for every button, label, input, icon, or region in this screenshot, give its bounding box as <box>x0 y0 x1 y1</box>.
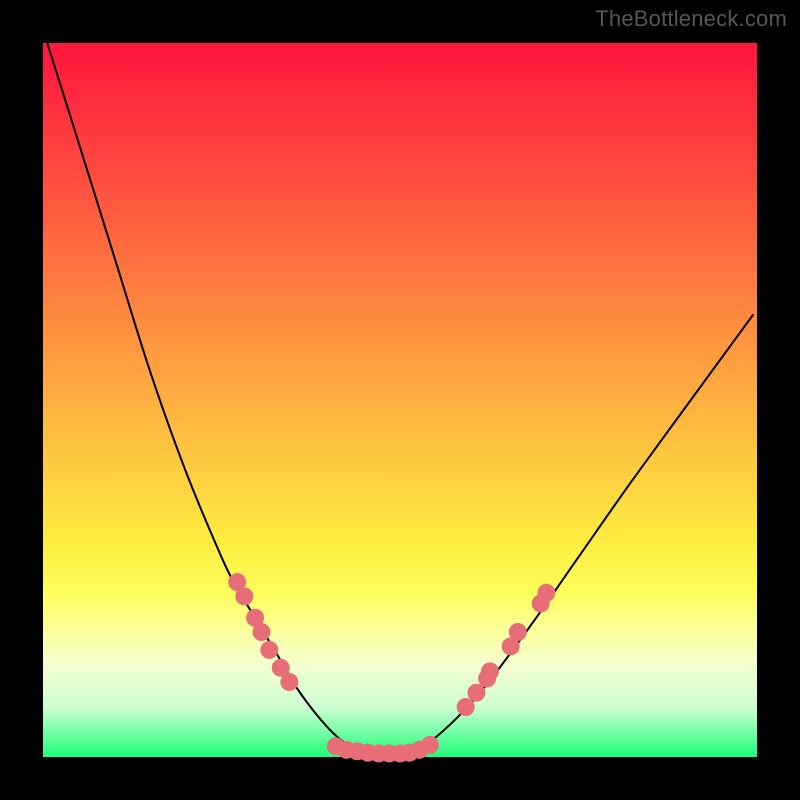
curve-svg <box>43 43 757 757</box>
watermark-text: TheBottleneck.com <box>595 6 787 32</box>
highlight-dot <box>260 641 278 659</box>
chart-frame: TheBottleneck.com <box>0 0 800 800</box>
highlight-dot <box>280 673 298 691</box>
highlight-dot <box>509 623 527 641</box>
plot-area <box>43 43 757 757</box>
highlight-dot <box>481 662 499 680</box>
highlight-dots <box>228 573 555 762</box>
highlight-dot <box>252 623 270 641</box>
highlight-dot <box>235 587 253 605</box>
highlight-dot <box>537 584 555 602</box>
bottleneck-curve <box>47 43 753 757</box>
highlight-dot <box>421 736 439 754</box>
highlight-dot <box>467 684 485 702</box>
highlight-dot <box>457 698 475 716</box>
